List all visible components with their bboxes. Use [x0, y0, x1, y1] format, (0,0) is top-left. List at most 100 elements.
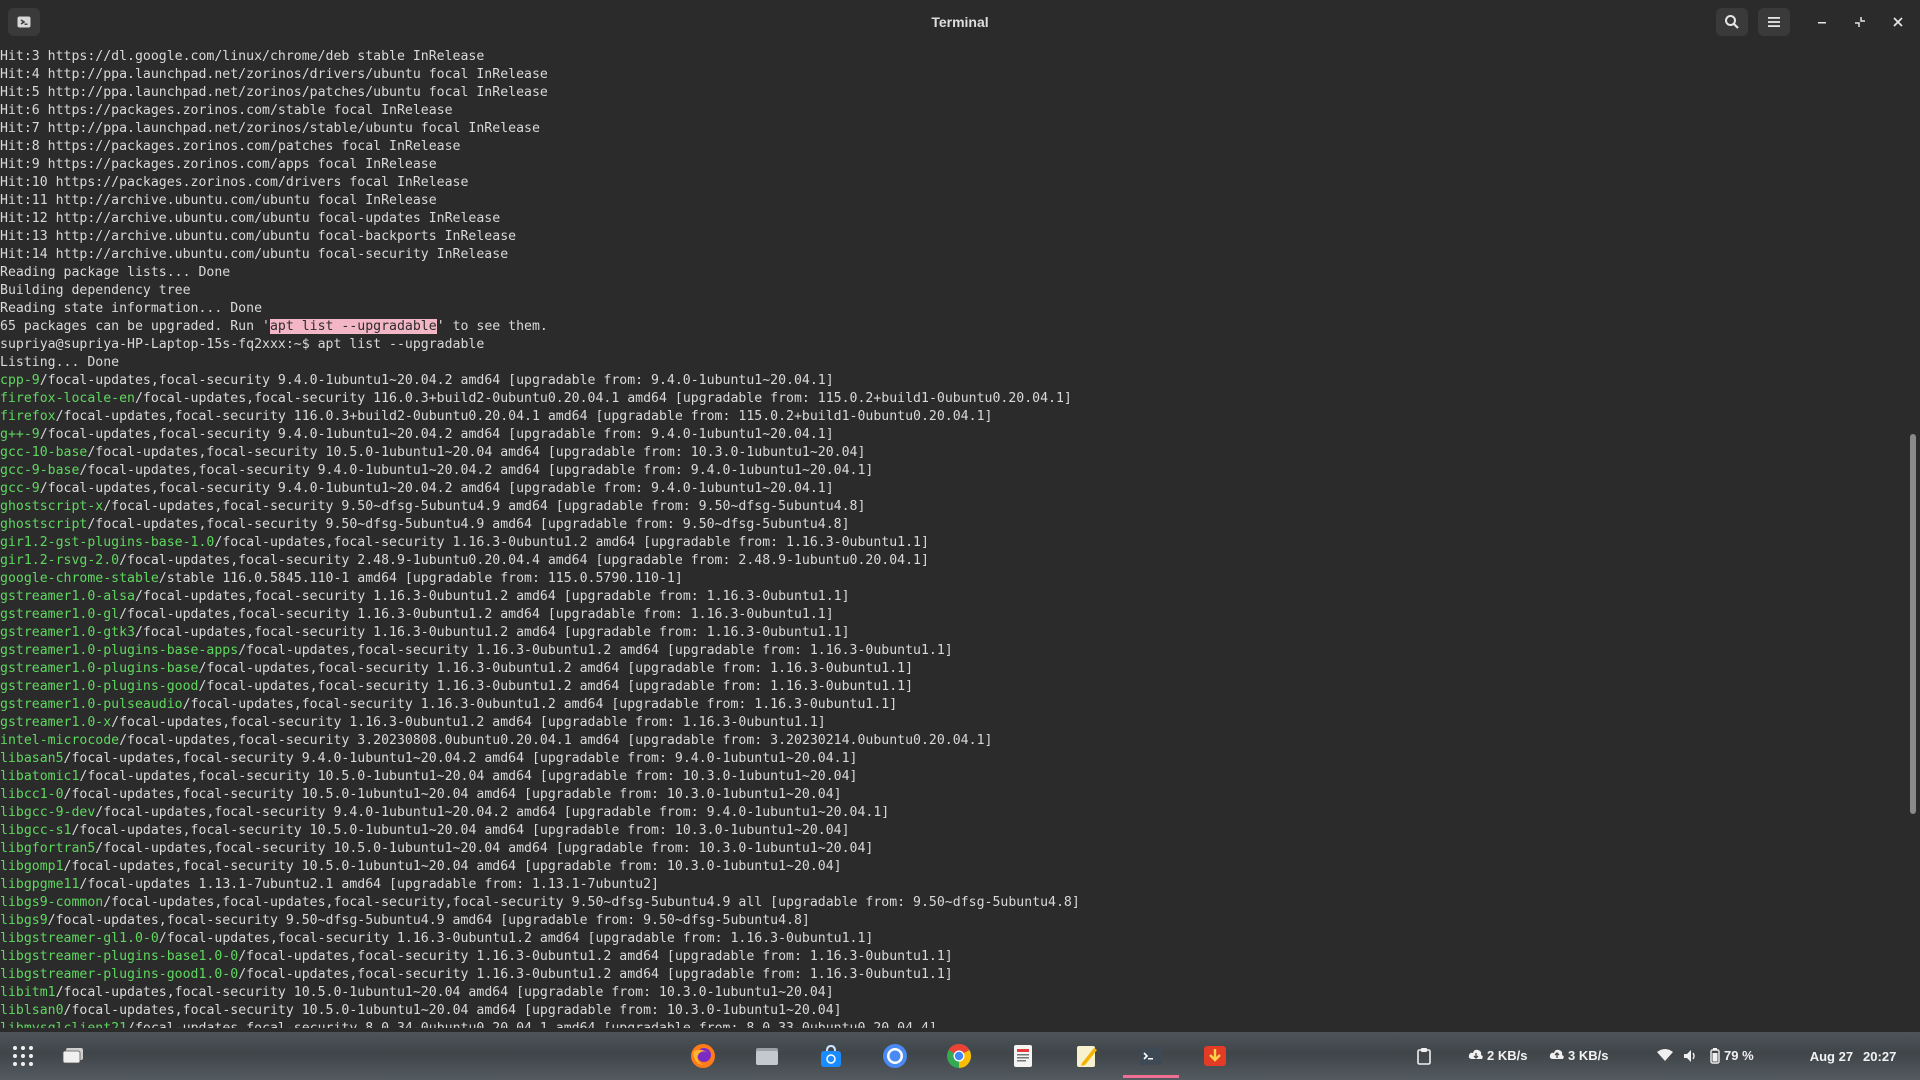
- folder-icon: [756, 1048, 778, 1065]
- package-name: ghostscript-x: [0, 499, 104, 514]
- terminal-line: firefox/focal-updates,focal-security 116…: [0, 408, 1906, 426]
- terminal-line: libgs9-common/focal-updates,focal-update…: [0, 894, 1906, 912]
- package-details: /stable 116.0.5845.110-1 amd64 [upgradab…: [158, 571, 683, 586]
- terminal-line: Hit:10 https://packages.zorinos.com/driv…: [0, 175, 469, 190]
- package-details: /focal-updates,focal-security 1.16.3-0ub…: [238, 949, 953, 964]
- minimize-button[interactable]: [1808, 8, 1836, 36]
- package-name: libgcc-s1: [0, 823, 72, 838]
- terminal-line: 65 packages can be upgraded. Run 'apt li…: [0, 318, 1906, 336]
- battery-level: 79 %: [1724, 1048, 1754, 1063]
- terminal-line: ghostscript-x/focal-updates,focal-securi…: [0, 498, 1906, 516]
- terminal-text: 65 packages can be upgraded. Run ': [0, 319, 270, 334]
- office-launcher[interactable]: [1006, 1040, 1040, 1072]
- terminal-line: libgfortran5/focal-updates,focal-securit…: [0, 840, 1906, 858]
- package-details: /focal-updates,focal-security 1.16.3-0ub…: [119, 607, 834, 622]
- package-name: libasan5: [0, 751, 64, 766]
- package-name: libgcc-9-dev: [0, 805, 96, 820]
- app-grid-icon: [13, 1046, 33, 1066]
- clipboard-button[interactable]: [1407, 1040, 1441, 1072]
- downloader-launcher[interactable]: [1198, 1040, 1232, 1072]
- close-button[interactable]: [1884, 8, 1912, 36]
- terminal-line: gcc-9-base/focal-updates,focal-security …: [0, 462, 1906, 480]
- window-title: Terminal: [931, 14, 989, 30]
- terminal-line: gstreamer1.0-gtk3/focal-updates,focal-se…: [0, 624, 1906, 642]
- app-grid-button[interactable]: [6, 1040, 40, 1072]
- store-bag-icon: [821, 1044, 841, 1067]
- search-icon: [1725, 15, 1739, 29]
- terminal-line: libgstreamer-gl1.0-0/focal-updates,focal…: [0, 930, 1906, 948]
- package-details: /focal-updates,focal-security 1.16.3-0ub…: [182, 697, 898, 712]
- package-name: libmysqlclient21: [0, 1021, 127, 1028]
- terminal-line: gir1.2-rsvg-2.0/focal-updates,focal-secu…: [0, 552, 1906, 570]
- package-name: gstreamer1.0-gl: [0, 607, 120, 622]
- package-details: /focal-updates,focal-security 1.16.3-0ub…: [198, 679, 914, 694]
- clock[interactable]: Aug 27 20:27: [1796, 1040, 1910, 1072]
- package-name: libgpgme11: [0, 877, 80, 892]
- package-name: firefox: [0, 409, 56, 424]
- package-details: /focal-updates,focal-security 10.5.0-1ub…: [63, 1003, 842, 1018]
- package-name: libcc1-0: [0, 787, 64, 802]
- package-name: libitm1: [0, 985, 56, 1000]
- text-editor-launcher[interactable]: [1070, 1040, 1104, 1072]
- close-icon: [1893, 17, 1903, 27]
- volume-icon: [1684, 1050, 1695, 1062]
- terminal-line: Hit:3 https://dl.google.com/linux/chrome…: [0, 49, 485, 64]
- chrome-icon: [947, 1044, 972, 1068]
- package-name: gstreamer1.0-plugins-good: [0, 679, 199, 694]
- software-store-launcher[interactable]: [814, 1040, 848, 1072]
- terminal-line: Hit:8 https://packages.zorinos.com/patch…: [0, 139, 461, 154]
- workspaces-button[interactable]: [56, 1040, 90, 1072]
- search-button[interactable]: [1716, 8, 1748, 36]
- system-status-menu[interactable]: 79 %: [1652, 1040, 1754, 1072]
- package-name: gstreamer1.0-alsa: [0, 589, 135, 604]
- package-name: gir1.2-rsvg-2.0: [0, 553, 120, 568]
- firefox-launcher[interactable]: [686, 1040, 720, 1072]
- terminal-line: libatomic1/focal-updates,focal-security …: [0, 768, 1906, 786]
- terminal-output[interactable]: Hit:3 https://dl.google.com/linux/chrome…: [0, 48, 1906, 1028]
- package-details: /focal-updates,focal-security 2.48.9-1ub…: [119, 553, 929, 568]
- files-launcher[interactable]: [750, 1040, 784, 1072]
- terminal-line: Hit:14 http://archive.ubuntu.com/ubuntu …: [0, 247, 509, 262]
- terminal-line: libgcc-9-dev/focal-updates,focal-securit…: [0, 804, 1906, 822]
- terminal-line: firefox-locale-en/focal-updates,focal-se…: [0, 390, 1906, 408]
- terminal-line: libasan5/focal-updates,focal-security 9.…: [0, 750, 1906, 768]
- package-name: libgstreamer-gl1.0-0: [0, 931, 159, 946]
- terminal-line: gir1.2-gst-plugins-base-1.0/focal-update…: [0, 534, 1906, 552]
- taskbar: 2 KB/s 3 KB/s 79 % Aug 27 20:27: [0, 1032, 1920, 1080]
- menu-button[interactable]: [1758, 8, 1790, 36]
- package-details: /focal-updates,focal-security 9.50~dfsg-…: [87, 517, 850, 532]
- terminal-line: libcc1-0/focal-updates,focal-security 10…: [0, 786, 1906, 804]
- package-name: g++-9: [0, 427, 40, 442]
- terminal-line: gstreamer1.0-alsa/focal-updates,focal-se…: [0, 588, 1906, 606]
- terminal-line: Listing... Done: [0, 355, 120, 370]
- restore-button[interactable]: [1846, 8, 1874, 36]
- terminal-line: Hit:12 http://archive.ubuntu.com/ubuntu …: [0, 211, 501, 226]
- package-details: /focal-updates,focal-security 10.5.0-1ub…: [79, 769, 858, 784]
- package-details: /focal-updates,focal-security 1.16.3-0ub…: [198, 661, 914, 676]
- chromium-launcher[interactable]: [878, 1040, 912, 1072]
- package-name: liblsan0: [0, 1003, 64, 1018]
- wifi-icon: [1657, 1049, 1673, 1061]
- package-details: /focal-updates,focal-security 116.0.3+bu…: [55, 409, 993, 424]
- terminal-line: libmysqlclient21/focal-updates,focal-sec…: [0, 1020, 1906, 1028]
- package-details: /focal-updates,focal-security 10.5.0-1ub…: [95, 841, 874, 856]
- package-name: gstreamer1.0-plugins-base: [0, 661, 199, 676]
- chrome-launcher[interactable]: [942, 1040, 976, 1072]
- terminal-line: Reading package lists... Done: [0, 265, 231, 280]
- terminal-line: libitm1/focal-updates,focal-security 10.…: [0, 984, 1906, 1002]
- terminal-line: Hit:6 https://packages.zorinos.com/stabl…: [0, 103, 453, 118]
- package-name: cpp-9: [0, 373, 40, 388]
- title-bar: Terminal: [0, 0, 1920, 44]
- package-name: gstreamer1.0-x: [0, 715, 112, 730]
- terminal-line: gstreamer1.0-plugins-base/focal-updates,…: [0, 660, 1906, 678]
- terminal-line: Hit:11 http://archive.ubuntu.com/ubuntu …: [0, 193, 437, 208]
- terminal-line: gstreamer1.0-x/focal-updates,focal-secur…: [0, 714, 1906, 732]
- workspaces-icon: [62, 1048, 83, 1064]
- firefox-icon: [691, 1044, 715, 1068]
- battery-icon: [1710, 1048, 1720, 1064]
- terminal-text: ' to see them.: [436, 319, 548, 334]
- terminal-line: libgomp1/focal-updates,focal-security 10…: [0, 858, 1906, 876]
- scrollbar-thumb[interactable]: [1910, 434, 1916, 814]
- terminal-icon: [1140, 1047, 1162, 1065]
- terminal-launcher[interactable]: [1134, 1040, 1168, 1072]
